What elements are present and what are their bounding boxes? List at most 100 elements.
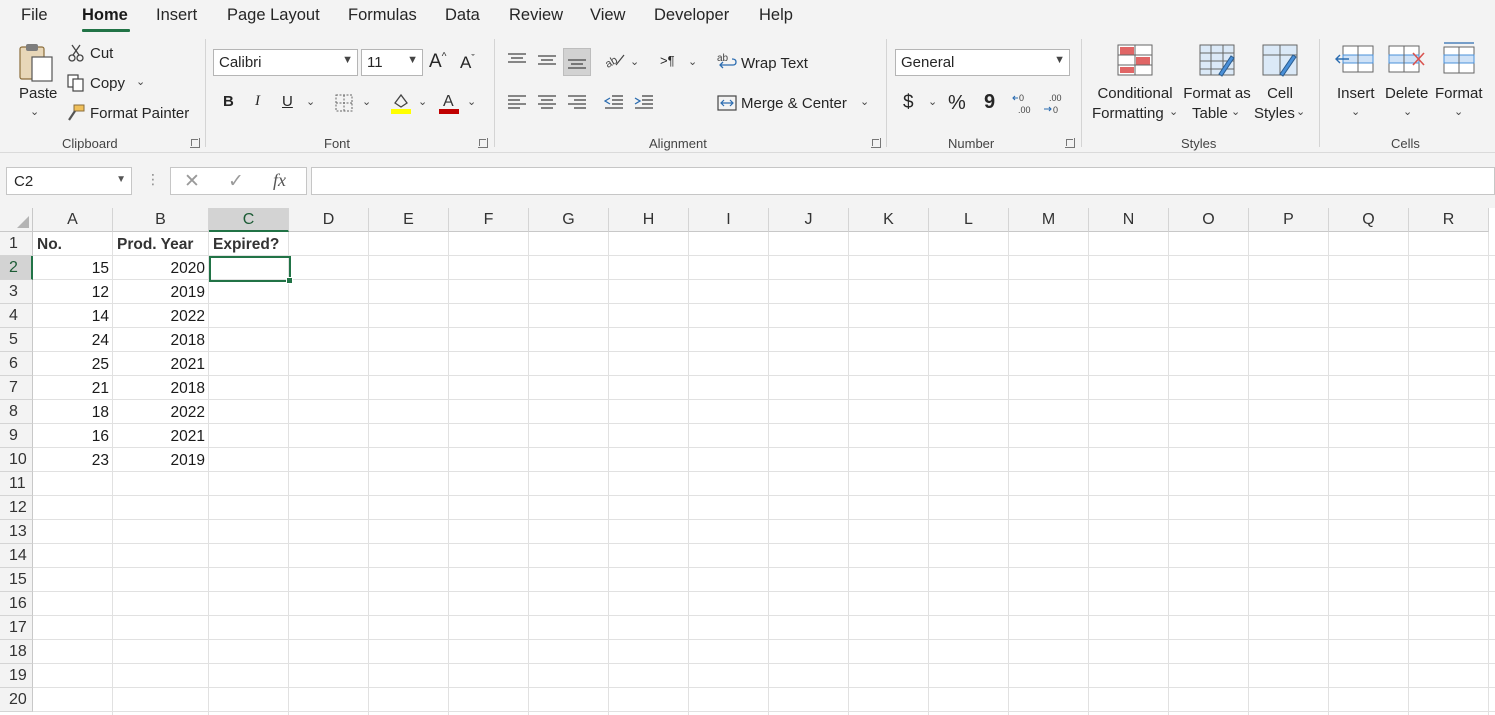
copy-icon[interactable] [66, 73, 86, 93]
orientation-dropdown-icon[interactable]: ⌄ [630, 55, 639, 68]
currency-dropdown-icon[interactable]: ⌄ [928, 95, 937, 108]
data-cell[interactable]: 2021 [113, 352, 208, 376]
row-header-2[interactable]: 2 [0, 256, 33, 280]
column-header-p[interactable]: P [1249, 208, 1329, 232]
paintbrush-icon[interactable] [66, 103, 86, 123]
data-cell[interactable]: 18 [33, 400, 112, 424]
percent-button[interactable]: % [948, 92, 966, 115]
column-header-c[interactable]: C [209, 208, 289, 232]
decrease-indent-icon[interactable] [603, 93, 625, 111]
column-header-r[interactable]: R [1409, 208, 1489, 232]
row-header-1[interactable]: 1 [0, 232, 33, 256]
insert-function-button[interactable]: fx [273, 170, 286, 191]
data-cell[interactable]: 2018 [113, 328, 208, 352]
paste-button[interactable]: Paste [19, 85, 57, 102]
data-cell[interactable]: 23 [33, 448, 112, 472]
data-cell[interactable]: 21 [33, 376, 112, 400]
tab-file[interactable]: File [21, 6, 48, 25]
tab-review[interactable]: Review [509, 6, 563, 25]
formula-input[interactable] [311, 167, 1495, 195]
merge-dropdown-icon[interactable]: ⌄ [860, 95, 869, 108]
font-family-select[interactable]: Calibri ▼ [213, 49, 358, 76]
name-box[interactable]: C2 ▼ [6, 167, 132, 195]
cell-styles-label-2[interactable]: Styles [1254, 105, 1295, 122]
delete-cells-button[interactable]: Delete [1385, 85, 1428, 102]
clipboard-launcher-icon[interactable] [190, 138, 200, 148]
select-all-button[interactable] [0, 208, 33, 232]
column-header-h[interactable]: H [609, 208, 689, 232]
data-cell[interactable]: 16 [33, 424, 112, 448]
row-header-13[interactable]: 13 [0, 520, 33, 544]
fill-color-icon[interactable] [390, 91, 412, 115]
row-header-11[interactable]: 11 [0, 472, 33, 496]
data-cell[interactable]: 15 [33, 256, 112, 280]
merge-center-icon[interactable] [716, 93, 738, 113]
row-header-17[interactable]: 17 [0, 616, 33, 640]
column-header-a[interactable]: A [33, 208, 113, 232]
insert-dropdown-icon[interactable]: ⌄ [1351, 105, 1360, 118]
borders-dropdown-icon[interactable]: ⌄ [362, 95, 371, 108]
tab-developer[interactable]: Developer [654, 6, 729, 25]
data-cell[interactable]: 2020 [113, 256, 208, 280]
column-header-m[interactable]: M [1009, 208, 1089, 232]
italic-button[interactable]: I [255, 93, 260, 110]
data-cell[interactable]: 25 [33, 352, 112, 376]
merge-center-button[interactable]: Merge & Center [741, 95, 847, 112]
insert-cells-button[interactable]: Insert [1337, 85, 1375, 102]
header-cell[interactable]: Prod. Year [113, 232, 208, 256]
format-as-table-label-2[interactable]: Table [1192, 105, 1228, 122]
column-header-j[interactable]: J [769, 208, 849, 232]
format-cells-icon[interactable] [1440, 41, 1478, 75]
format-as-table-button[interactable]: Format as [1180, 85, 1254, 102]
header-cell[interactable]: Expired? [209, 232, 288, 256]
bold-button[interactable]: B [223, 93, 234, 110]
column-header-l[interactable]: L [929, 208, 1009, 232]
tab-formulas[interactable]: Formulas [348, 6, 417, 25]
fill-color-dropdown-icon[interactable]: ⌄ [418, 95, 427, 108]
spreadsheet-grid[interactable]: ABCDEFGHIJKLMNOPQR 1 2 3 4 5 6 7 8 9 10 11 12 13 14 15… [0, 208, 1495, 715]
align-center-icon[interactable] [536, 93, 558, 111]
cell-styles-button[interactable]: Cell [1256, 85, 1304, 102]
data-cell[interactable]: 12 [33, 280, 112, 304]
data-cell[interactable]: 2019 [113, 448, 208, 472]
orientation-icon[interactable]: ab [603, 50, 627, 70]
column-header-o[interactable]: O [1169, 208, 1249, 232]
cancel-icon[interactable]: ✕ [184, 170, 200, 193]
underline-button[interactable]: U [282, 93, 293, 110]
row-header-8[interactable]: 8 [0, 400, 33, 424]
font-color-dropdown-icon[interactable]: ⌄ [467, 95, 476, 108]
row-header-12[interactable]: 12 [0, 496, 33, 520]
align-middle-icon[interactable] [536, 51, 558, 69]
align-right-icon[interactable] [566, 93, 588, 111]
cut-button[interactable]: Cut [90, 45, 113, 62]
tab-view[interactable]: View [590, 6, 625, 25]
row-header-16[interactable]: 16 [0, 592, 33, 616]
conditional-formatting-button[interactable]: Conditional [1096, 85, 1174, 102]
insert-cells-icon[interactable] [1335, 45, 1375, 75]
fill-handle[interactable] [286, 277, 293, 284]
paragraph-direction-icon[interactable]: >¶ [660, 53, 675, 68]
font-color-icon[interactable]: A [438, 91, 460, 115]
row-header-5[interactable]: 5 [0, 328, 33, 352]
borders-icon[interactable] [334, 93, 354, 113]
data-cell[interactable]: 14 [33, 304, 112, 328]
column-header-q[interactable]: Q [1329, 208, 1409, 232]
data-cell[interactable]: 2019 [113, 280, 208, 304]
cell-styles-icon[interactable] [1261, 43, 1299, 79]
decrease-font-icon[interactable]: Aˇ [460, 53, 475, 73]
align-bottom-icon[interactable] [563, 48, 591, 76]
confirm-icon[interactable]: ✓ [228, 170, 244, 193]
font-size-select[interactable]: 11 ▼ [361, 49, 423, 76]
row-header-20[interactable]: 20 [0, 688, 33, 712]
row-header-9[interactable]: 9 [0, 424, 33, 448]
format-table-dropdown-icon[interactable]: ⌄ [1231, 105, 1240, 118]
comma-style-button[interactable]: 9 [984, 91, 995, 114]
column-header-e[interactable]: E [369, 208, 449, 232]
tab-home[interactable]: Home [82, 6, 128, 25]
delete-cells-icon[interactable] [1387, 45, 1427, 75]
row-header-7[interactable]: 7 [0, 376, 33, 400]
currency-button[interactable]: $ [903, 92, 914, 114]
data-cell[interactable]: 2018 [113, 376, 208, 400]
increase-indent-icon[interactable] [633, 93, 655, 111]
column-header-b[interactable]: B [113, 208, 209, 232]
